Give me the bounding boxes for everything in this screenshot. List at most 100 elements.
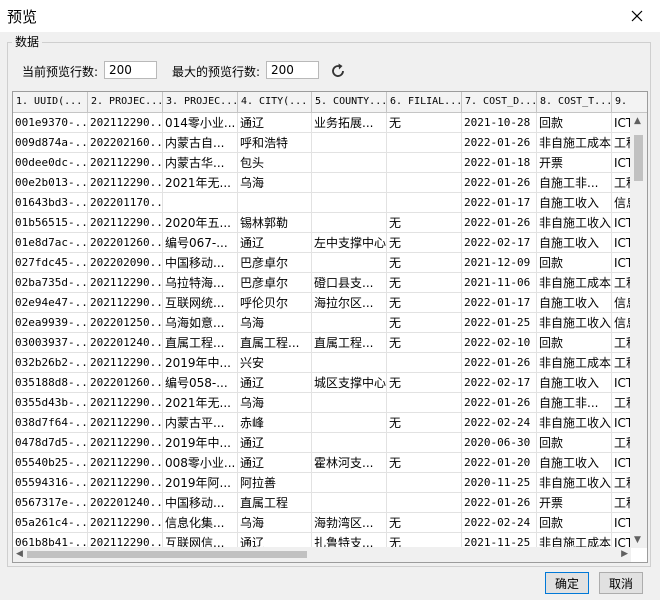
- table-cell: 互联网信...: [163, 533, 238, 548]
- table-cell: 通辽: [238, 533, 312, 548]
- close-button[interactable]: [614, 0, 660, 32]
- table-cell: [387, 493, 462, 513]
- table-cell: 无: [387, 313, 462, 333]
- column-header[interactable]: 9.: [612, 92, 647, 112]
- table-cell: [163, 193, 238, 213]
- ok-button[interactable]: 确定: [545, 572, 589, 594]
- table-cell: 乌海: [238, 313, 312, 333]
- scroll-right-icon[interactable]: ▶: [621, 549, 628, 559]
- table-cell: 非自施工成本: [537, 533, 612, 548]
- table-cell: 2022-01-17: [462, 293, 537, 313]
- table-cell: 2022-01-25: [462, 313, 537, 333]
- table-cell: 01e8d7ac-...: [13, 233, 88, 253]
- table-cell: 直属工程: [238, 493, 312, 513]
- table-row[interactable]: 05540b25-... 202112290... 008零小业... 通辽 霍林河支.…: [13, 453, 631, 473]
- table-cell: 通辽: [238, 113, 312, 133]
- table-row[interactable]: 01e8d7ac-... 202201260... 编号067-... 通辽 左中支撑中…: [13, 233, 631, 253]
- vertical-scrollbar[interactable]: ▲ ▼: [630, 113, 647, 548]
- table-cell: [387, 153, 462, 173]
- table-row[interactable]: 01643bd3-... 202201170... 2022-01-17 自施工收入信…: [13, 193, 631, 213]
- column-header[interactable]: 2. PROJEC...: [88, 92, 163, 112]
- table-cell: 通辽: [238, 453, 312, 473]
- table-cell: 2022-01-26: [462, 353, 537, 373]
- table-cell: 城区支撑中心: [312, 373, 387, 393]
- table-cell: 202112290...: [88, 453, 163, 473]
- table-cell: 202112290...: [88, 153, 163, 173]
- column-header[interactable]: 1. UUID(...: [13, 92, 88, 112]
- table-row[interactable]: 0567317e-... 202201240... 中国移动... 直属工程 2022-…: [13, 493, 631, 513]
- column-header[interactable]: 6. FILIAL...: [387, 92, 462, 112]
- scroll-down-icon[interactable]: ▼: [634, 535, 641, 545]
- column-header[interactable]: 3. PROJEC...: [163, 92, 238, 112]
- table-cell: 自施工收入: [537, 453, 612, 473]
- current-rows-input[interactable]: [104, 61, 157, 79]
- table-row[interactable]: 0355d43b-... 202112290... 2021年无... 乌海 2022-…: [13, 393, 631, 413]
- column-header[interactable]: 7. COST_D...: [462, 92, 537, 112]
- table-row[interactable]: 00e2b013-... 202112290... 2021年无... 乌海 2022-…: [13, 173, 631, 193]
- table-cell: 回款: [537, 333, 612, 353]
- table-cell: 035188d8-...: [13, 373, 88, 393]
- table-cell: 2022-02-24: [462, 513, 537, 533]
- table-cell: ICT: [612, 213, 631, 233]
- table-cell: 无: [387, 333, 462, 353]
- table-row[interactable]: 02ea9939-... 202201250... 乌海如意... 乌海 无 2022-0…: [13, 313, 631, 333]
- table-cell: 呼和浩特: [238, 133, 312, 153]
- table-row[interactable]: 061b8b41-... 202112290... 互联网信... 通辽 扎鲁特支...…: [13, 533, 631, 548]
- cancel-button[interactable]: 取消: [599, 572, 643, 594]
- table-cell: 2022-01-20: [462, 453, 537, 473]
- table-cell: 014零小业...: [163, 113, 238, 133]
- table-row[interactable]: 009d874a-... 202202160... 内蒙古自... 呼和浩特 2022-…: [13, 133, 631, 153]
- table-cell: 202112290...: [88, 473, 163, 493]
- table-cell: 01643bd3-...: [13, 193, 88, 213]
- column-header[interactable]: 5. COUNTY...: [312, 92, 387, 112]
- table-row[interactable]: 05a261c4-... 202112290... 信息化集... 乌海 海勃湾区...…: [13, 513, 631, 533]
- table-cell: 非自施工收入: [537, 473, 612, 493]
- table-row[interactable]: 038d7f64-... 202112290... 内蒙古平... 赤峰 无 2022-0…: [13, 413, 631, 433]
- table-cell: 信息化集...: [163, 513, 238, 533]
- max-rows-input[interactable]: [266, 61, 319, 79]
- table-cell: 工程: [612, 393, 631, 413]
- table-cell: ICT: [612, 233, 631, 253]
- preview-dialog: 预览 数据 当前预览行数: 最大的预览行数: 1. UUID(...2. PRO…: [0, 0, 660, 600]
- scroll-up-icon[interactable]: ▲: [634, 116, 641, 126]
- table-row[interactable]: 035188d8-... 202201260... 编号058-... 通辽 城区支撑中…: [13, 373, 631, 393]
- table-cell: 05594316-...: [13, 473, 88, 493]
- table-cell: [312, 213, 387, 233]
- table-cell: 无: [387, 213, 462, 233]
- table-cell: 0478d7d5-...: [13, 433, 88, 453]
- table-cell: 2021-10-28: [462, 113, 537, 133]
- table-row[interactable]: 032b26b2-... 202112290... 2019年中... 兴安 2022-…: [13, 353, 631, 373]
- table-cell: [387, 173, 462, 193]
- table-row[interactable]: 0478d7d5-... 202112290... 2019年中... 通辽 2020-…: [13, 433, 631, 453]
- table-row[interactable]: 01b56515-... 202112290... 2020年五... 锡林郭勒 无 20…: [13, 213, 631, 233]
- table-row[interactable]: 02ba735d-... 202112290... 乌拉特海... 巴彦卓尔 磴口县支.…: [13, 273, 631, 293]
- horizontal-scroll-thumb[interactable]: [27, 551, 307, 558]
- table-cell: 无: [387, 113, 462, 133]
- table-cell: 工程: [612, 173, 631, 193]
- table-cell: 通辽: [238, 233, 312, 253]
- table-cell: [387, 473, 462, 493]
- table-cell: 自施工收入: [537, 373, 612, 393]
- column-header[interactable]: 8. COST_T...: [537, 92, 612, 112]
- table-row[interactable]: 00dee0dc-... 202112290... 内蒙古华... 包头 2022-01…: [13, 153, 631, 173]
- scroll-left-icon[interactable]: ◀: [16, 549, 23, 559]
- table-cell: 00dee0dc-...: [13, 153, 88, 173]
- refresh-button[interactable]: [328, 61, 348, 81]
- table-cell: 兴安: [238, 353, 312, 373]
- table-cell: 乌海: [238, 513, 312, 533]
- table-cell: [387, 133, 462, 153]
- horizontal-scrollbar[interactable]: ◀ ▶: [13, 547, 631, 562]
- table-row[interactable]: 027fdc45-... 202202090... 中国移动... 巴彦卓尔 无 2021…: [13, 253, 631, 273]
- table-row[interactable]: 02e94e47-... 202112290... 互联网统... 呼伦贝尔 海拉尔区.…: [13, 293, 631, 313]
- table-row[interactable]: 03003937-... 202201240... 直属工程... 直属工程... 直属…: [13, 333, 631, 353]
- table-cell: ICT: [612, 413, 631, 433]
- table-cell: 2019年中...: [163, 433, 238, 453]
- table-cell: [312, 493, 387, 513]
- table-row[interactable]: 001e9370-... 202112290... 014零小业... 通辽 业务拓展.…: [13, 113, 631, 133]
- table-cell: 2022-02-17: [462, 373, 537, 393]
- table-cell: 工程: [612, 133, 631, 153]
- table-cell: 自施工收入: [537, 193, 612, 213]
- table-row[interactable]: 05594316-... 202112290... 2019年阿... 阿拉善 2020…: [13, 473, 631, 493]
- column-header[interactable]: 4. CITY(...: [238, 92, 312, 112]
- vertical-scroll-thumb[interactable]: [634, 135, 643, 181]
